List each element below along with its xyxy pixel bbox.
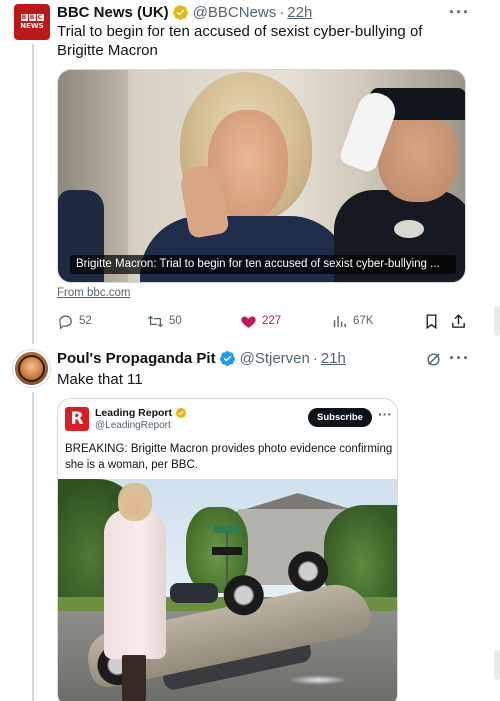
- repost-count: 50: [169, 315, 182, 327]
- officer-badge: [394, 220, 424, 238]
- heart-filled-icon: [241, 316, 256, 328]
- views-count: 67K: [353, 315, 374, 327]
- media-caption[interactable]: Brigitte Macron: Trial to begin for ten …: [70, 255, 456, 274]
- bbc-logo-word: NEWS: [20, 22, 44, 30]
- bbc-logo: B B C: [20, 14, 44, 21]
- photo-oneway-sign: [212, 547, 242, 555]
- source-link[interactable]: From bbc.com: [57, 287, 131, 299]
- bookmark-icon: [426, 313, 437, 329]
- author-name[interactable]: Poul's Propaganda Pit: [57, 350, 216, 367]
- scroll-edge-marker: [494, 306, 500, 336]
- verified-badge-gold-icon[interactable]: [172, 4, 189, 21]
- reply-count: 52: [79, 315, 92, 327]
- like-count: 227: [262, 315, 282, 327]
- author-handle[interactable]: @Stjerven: [240, 350, 310, 367]
- separator: ·: [312, 350, 318, 367]
- photo-broken-glass: [288, 675, 348, 685]
- more-icon[interactable]: ···: [449, 2, 470, 23]
- views-chart-icon: [333, 315, 346, 327]
- verified-badge-gold-icon: [175, 407, 187, 419]
- separator: ·: [279, 4, 285, 21]
- subscribe-button[interactable]: Subscribe: [308, 408, 372, 427]
- share-icon: [452, 313, 465, 328]
- tweet-text: Trial to begin for ten accused of sexist…: [57, 23, 423, 59]
- bbc-logo-letter: B: [28, 14, 36, 21]
- reply-button[interactable]: 52: [57, 313, 92, 330]
- author-name[interactable]: BBC News (UK): [57, 4, 169, 21]
- quote-text: BREAKING: Brigitte Macron provides photo…: [65, 443, 393, 471]
- tweet-bbc[interactable]: B B C NEWS BBC News (UK) @BBCNews · 22h …: [0, 0, 500, 345]
- more-icon[interactable]: ···: [378, 406, 392, 422]
- repost-icon: [147, 315, 164, 327]
- tweet-header: BBC News (UK) @BBCNews · 22h: [57, 4, 312, 21]
- photo-woman-head: [118, 483, 152, 521]
- bbc-logo-letter: B: [20, 14, 28, 21]
- photo-street-sign: [214, 525, 240, 533]
- timestamp[interactable]: 22h: [287, 4, 312, 21]
- quote-media[interactable]: [58, 479, 397, 701]
- quote-author-name[interactable]: Leading Report: [95, 407, 172, 419]
- quote-author-handle[interactable]: @LeadingReport: [95, 420, 171, 431]
- avatar[interactable]: B B C NEWS: [14, 4, 50, 40]
- more-icon[interactable]: ···: [449, 348, 470, 369]
- repost-button[interactable]: 50: [147, 313, 182, 330]
- timestamp[interactable]: 21h: [321, 350, 346, 367]
- tweet-media[interactable]: Brigitte Macron: Trial to begin for ten …: [57, 69, 466, 283]
- quoted-tweet[interactable]: R Leading Report @LeadingReport Subscrib…: [57, 398, 398, 701]
- like-button[interactable]: 227: [240, 313, 281, 330]
- photo-woman-legs: [122, 655, 146, 701]
- verified-badge-blue-icon[interactable]: [219, 350, 236, 367]
- grok-icon[interactable]: [425, 351, 442, 368]
- officer-face: [378, 116, 458, 202]
- scroll-edge-marker: [494, 650, 500, 680]
- share-button[interactable]: [450, 313, 467, 330]
- reply-icon: [59, 315, 72, 330]
- bbc-logo-letter: C: [36, 14, 44, 21]
- tweet-text: Make that 11: [57, 371, 143, 388]
- tweet-header: Poul's Propaganda Pit @Stjerven · 21h: [57, 350, 346, 367]
- leading-report-logo[interactable]: R: [65, 407, 89, 431]
- views-button[interactable]: 67K: [331, 313, 373, 330]
- author-handle[interactable]: @BBCNews: [193, 4, 277, 21]
- quote-author[interactable]: Leading Report: [95, 407, 191, 419]
- bookmark-button[interactable]: [423, 313, 440, 330]
- photo-woman-coat: [104, 509, 166, 659]
- action-bar: 52 50 227 67K: [57, 311, 477, 331]
